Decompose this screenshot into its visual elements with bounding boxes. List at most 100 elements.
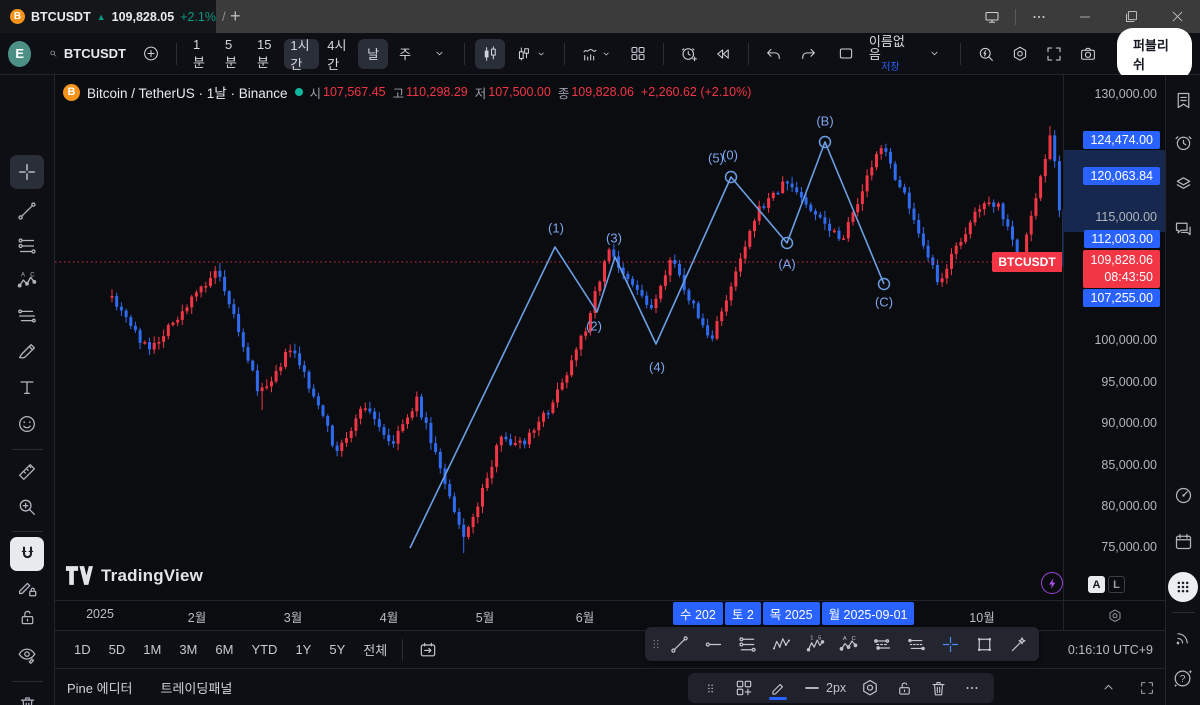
elliott-wave-tool-button[interactable] <box>10 264 44 298</box>
undo-button[interactable] <box>759 39 789 69</box>
range-button-6M[interactable]: 6M <box>206 637 242 662</box>
redo-button[interactable] <box>793 39 823 69</box>
delete-drawing-button[interactable] <box>922 675 954 701</box>
crosshair-tool-button[interactable] <box>10 155 44 189</box>
hide-drawings-button[interactable] <box>10 638 44 672</box>
alerts-button[interactable] <box>1169 128 1197 156</box>
candlestick-plot[interactable] <box>55 75 1063 600</box>
fullscreen-button[interactable] <box>1039 39 1069 69</box>
interval-button-주[interactable]: 주 <box>390 39 420 69</box>
drawing-settings-button[interactable] <box>854 675 886 701</box>
symbol-search-button[interactable]: BTCUSDT <box>43 39 132 69</box>
more-options-button[interactable] <box>956 675 988 701</box>
layout-templates-button[interactable] <box>623 39 653 69</box>
fav-magic-button[interactable] <box>1001 630 1035 658</box>
layout-select-button[interactable] <box>831 39 861 69</box>
time-axis[interactable]: 20252월3월4월5월6월10월 수 202토 2목 2025월 2025-0… <box>55 600 1063 630</box>
fav-crosshair-button[interactable] <box>934 630 968 658</box>
chart-style-alt-button[interactable] <box>509 39 553 69</box>
interval-button-1시간[interactable]: 1시간 <box>284 39 319 69</box>
bar-replay-button[interactable] <box>708 39 738 69</box>
interval-menu-chevron[interactable] <box>424 39 454 69</box>
range-button-1D[interactable]: 1D <box>65 637 100 662</box>
minimize-button[interactable] <box>1062 0 1108 33</box>
calendar-button[interactable] <box>1169 527 1197 555</box>
template-button[interactable] <box>728 675 760 701</box>
chart-canvas[interactable]: (1)(2)(3)(4)(5)(0)(A)(B)(C) <box>55 75 1063 600</box>
brush-tool-button[interactable] <box>10 335 44 369</box>
fav-trend-line-button[interactable] <box>663 630 697 658</box>
text-tool-button[interactable] <box>10 370 44 404</box>
collapse-panel-button[interactable] <box>1100 679 1117 696</box>
timezone-clock[interactable]: 0:16:10 UTC+9 <box>1068 643 1155 657</box>
range-button-전체[interactable]: 전체 <box>354 635 396 664</box>
indicators-button[interactable] <box>575 39 619 69</box>
measure-tool-button[interactable] <box>10 455 44 489</box>
log-scale-toggle[interactable]: L <box>1108 576 1125 593</box>
range-button-1M[interactable]: 1M <box>134 637 170 662</box>
legend-title[interactable]: Bitcoin / TetherUS · 1날 · Binance <box>87 82 288 102</box>
range-button-3M[interactable]: 3M <box>170 637 206 662</box>
remove-drawings-button[interactable] <box>10 687 44 705</box>
range-button-1Y[interactable]: 1Y <box>286 637 320 662</box>
notifications-button[interactable] <box>1169 624 1197 652</box>
interval-button-1분[interactable]: 1분 <box>187 39 217 69</box>
range-button-5Y[interactable]: 5Y <box>320 637 354 662</box>
watchlist-button[interactable] <box>1169 86 1197 114</box>
range-button-YTD[interactable]: YTD <box>242 637 286 662</box>
trend-line-tool-button[interactable] <box>10 194 44 228</box>
pine-editor-button[interactable]: Pine 에디터 <box>67 678 133 697</box>
object-tree-button[interactable] <box>1169 169 1197 197</box>
more-menu-button[interactable] <box>1016 0 1062 33</box>
dom-button[interactable] <box>1169 481 1197 509</box>
layout-name-button[interactable]: 이름없음 저장 <box>865 35 916 73</box>
trading-panel-button[interactable]: 트레이딩패널 <box>161 678 233 697</box>
interval-button-15분[interactable]: 15분 <box>251 39 282 69</box>
price-axis[interactable]: 130,000.00124,474.00120,063.84115,000.00… <box>1063 75 1165 630</box>
magnet-mode-button[interactable] <box>10 537 44 571</box>
lock-drawing-button[interactable] <box>888 675 920 701</box>
zoom-in-tool-button[interactable] <box>10 490 44 524</box>
auto-scale-toggle[interactable]: A <box>1088 576 1105 593</box>
layout-menu-chevron[interactable] <box>920 39 950 69</box>
browser-tab-btcusdt[interactable]: B BTCUSDT ▲ 109,828.05 +2.1% / <box>0 0 216 33</box>
position-tool-button[interactable] <box>10 299 44 333</box>
new-tab-button[interactable]: + <box>230 6 241 27</box>
snapshot-button[interactable] <box>1073 39 1103 69</box>
fav-elliott-correction-button[interactable] <box>832 630 866 658</box>
fav-xabcd-button[interactable] <box>764 630 798 658</box>
lightning-boost-button[interactable] <box>1041 572 1063 594</box>
interval-button-4시간[interactable]: 4시간 <box>321 39 356 69</box>
quick-search-button[interactable] <box>971 39 1001 69</box>
chart-style-candles-button[interactable] <box>475 39 505 69</box>
fav-parallel-channel-button[interactable] <box>866 630 900 658</box>
range-button-5D[interactable]: 5D <box>100 637 135 662</box>
fib-retracement-tool-button[interactable] <box>10 229 44 263</box>
apps-grid-button[interactable] <box>1168 572 1198 602</box>
chart-settings-button[interactable] <box>1005 39 1035 69</box>
user-avatar[interactable]: E <box>8 41 31 67</box>
compare-add-symbol-button[interactable] <box>136 39 166 69</box>
publish-button[interactable]: 퍼블리쉬 <box>1117 28 1192 80</box>
go-to-date-button[interactable] <box>409 635 447 665</box>
create-alert-button[interactable] <box>674 39 704 69</box>
interval-button-5분[interactable]: 5분 <box>219 39 249 69</box>
line-color-button[interactable] <box>762 675 794 701</box>
fav-rectangle-button[interactable] <box>967 630 1001 658</box>
help-button[interactable] <box>1169 664 1197 692</box>
fav-horizontal-ray-button[interactable] <box>697 630 731 658</box>
maximize-panel-button[interactable] <box>1139 680 1155 696</box>
market-status-dot[interactable] <box>295 88 303 96</box>
chart-region[interactable]: (1)(2)(3)(4)(5)(0)(A)(B)(C) B Bitcoin / … <box>55 75 1063 630</box>
lock-drawings-button[interactable] <box>10 600 44 634</box>
emoji-tool-button[interactable] <box>10 407 44 441</box>
save-label[interactable]: 저장 <box>881 63 899 73</box>
displays-icon[interactable] <box>969 0 1015 33</box>
line-width-button[interactable] <box>796 675 828 701</box>
drag-handle-icon[interactable] <box>649 630 663 658</box>
fav-flat-channel-button[interactable] <box>900 630 934 658</box>
line-width-value[interactable]: 2px <box>826 681 846 695</box>
fav-elliott-impulse-button[interactable] <box>798 630 832 658</box>
drag-handle-icon[interactable] <box>694 675 726 701</box>
chat-button[interactable] <box>1169 214 1197 242</box>
